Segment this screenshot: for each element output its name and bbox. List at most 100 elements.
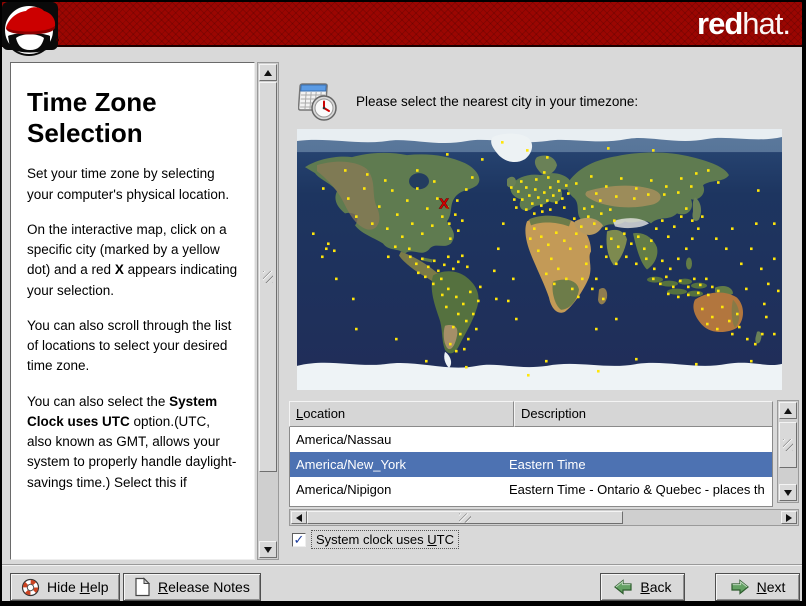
city-dot[interactable]: [635, 187, 638, 190]
city-dot[interactable]: [546, 156, 549, 159]
city-dot[interactable]: [672, 285, 675, 289]
city-dot[interactable]: [545, 359, 548, 363]
city-dot[interactable]: [344, 169, 347, 172]
city-dot[interactable]: [563, 206, 566, 209]
city-dot[interactable]: [427, 265, 430, 269]
city-dot[interactable]: [600, 245, 603, 249]
city-dot[interactable]: [507, 299, 510, 303]
city-dot[interactable]: [437, 269, 440, 273]
city-dot[interactable]: [457, 229, 460, 232]
city-dot[interactable]: [595, 327, 598, 331]
city-dot[interactable]: [563, 239, 566, 243]
city-dot[interactable]: [697, 291, 700, 295]
city-dot[interactable]: [459, 332, 462, 336]
city-dot[interactable]: [731, 227, 734, 230]
city-dot[interactable]: [387, 255, 390, 259]
city-dot[interactable]: [333, 249, 336, 253]
city-dot[interactable]: [425, 359, 428, 363]
city-dot[interactable]: [767, 282, 770, 286]
city-dot[interactable]: [471, 176, 474, 179]
city-dot[interactable]: [493, 269, 496, 273]
city-dot[interactable]: [635, 357, 638, 361]
city-dot[interactable]: [593, 222, 596, 225]
city-dot[interactable]: [677, 295, 680, 299]
city-dot[interactable]: [327, 242, 330, 246]
city-dot[interactable]: [717, 289, 720, 293]
city-dot[interactable]: [687, 285, 690, 289]
city-dot[interactable]: [763, 302, 766, 306]
city-dot[interactable]: [623, 232, 626, 236]
city-dot[interactable]: [424, 275, 427, 279]
city-dot[interactable]: [665, 275, 668, 279]
city-dot[interactable]: [625, 255, 628, 259]
city-dot[interactable]: [531, 202, 534, 205]
city-dot[interactable]: [585, 245, 588, 249]
city-dot[interactable]: [533, 212, 536, 215]
city-dot[interactable]: [697, 227, 700, 230]
city-dot[interactable]: [577, 295, 580, 299]
city-dot[interactable]: [569, 247, 572, 251]
city-dot[interactable]: [633, 197, 636, 200]
scrollbar-thumb[interactable]: [307, 511, 623, 524]
city-dot[interactable]: [687, 293, 690, 297]
city-dot[interactable]: [669, 267, 672, 271]
city-dot[interactable]: [731, 332, 734, 336]
city-dot[interactable]: [599, 199, 602, 202]
city-dot[interactable]: [693, 277, 696, 281]
city-dot[interactable]: [396, 213, 399, 216]
city-dot[interactable]: [573, 217, 576, 220]
city-dot[interactable]: [421, 257, 424, 261]
city-dot[interactable]: [773, 222, 776, 225]
city-dot[interactable]: [553, 282, 556, 286]
city-dot[interactable]: [725, 247, 728, 251]
table-hscrollbar[interactable]: [289, 509, 799, 526]
utc-checkbox-label[interactable]: System clock uses UTC: [311, 530, 459, 549]
city-dot[interactable]: [571, 287, 574, 291]
city-dot[interactable]: [706, 322, 709, 326]
column-header-description[interactable]: Description: [514, 401, 773, 427]
city-dot[interactable]: [352, 297, 355, 301]
city-dot[interactable]: [665, 185, 668, 188]
city-dot[interactable]: [773, 257, 776, 261]
city-dot[interactable]: [765, 315, 768, 319]
city-dot[interactable]: [466, 265, 469, 269]
city-dot[interactable]: [707, 169, 710, 172]
city-dot[interactable]: [615, 317, 618, 321]
city-dot[interactable]: [521, 198, 524, 201]
city-dot[interactable]: [475, 327, 478, 331]
city-dot[interactable]: [312, 232, 315, 236]
city-dot[interactable]: [335, 277, 338, 281]
city-dot[interactable]: [750, 247, 753, 251]
scrollbar-thumb[interactable]: [779, 422, 797, 468]
city-dot[interactable]: [520, 180, 523, 183]
city-dot[interactable]: [540, 235, 543, 239]
city-dot[interactable]: [557, 267, 560, 271]
city-dot[interactable]: [650, 179, 653, 182]
city-dot[interactable]: [705, 277, 708, 281]
city-dot[interactable]: [550, 257, 553, 261]
city-dot[interactable]: [481, 158, 484, 161]
table-row[interactable]: America/Nipigon Eastern Time - Ontario & …: [290, 477, 772, 502]
city-dot[interactable]: [711, 285, 714, 289]
city-dot[interactable]: [590, 175, 593, 178]
city-dot[interactable]: [547, 243, 550, 247]
table-vscrollbar[interactable]: [777, 400, 799, 503]
city-dot[interactable]: [745, 287, 748, 291]
city-dot[interactable]: [591, 205, 594, 208]
city-dot[interactable]: [461, 219, 464, 222]
release-notes-button[interactable]: Release Notes: [123, 573, 261, 601]
city-dot[interactable]: [472, 312, 475, 316]
city-dot[interactable]: [615, 195, 618, 198]
city-dot[interactable]: [761, 332, 764, 336]
city-dot[interactable]: [591, 287, 594, 291]
city-dot[interactable]: [545, 272, 548, 276]
city-dot[interactable]: [477, 299, 480, 303]
city-dot[interactable]: [448, 222, 451, 225]
city-dot[interactable]: [515, 317, 518, 321]
city-dot[interactable]: [465, 365, 468, 369]
city-dot[interactable]: [617, 245, 620, 249]
city-dot[interactable]: [549, 208, 552, 211]
city-dot[interactable]: [455, 349, 458, 353]
city-dot[interactable]: [605, 185, 608, 188]
city-dot[interactable]: [441, 293, 444, 297]
